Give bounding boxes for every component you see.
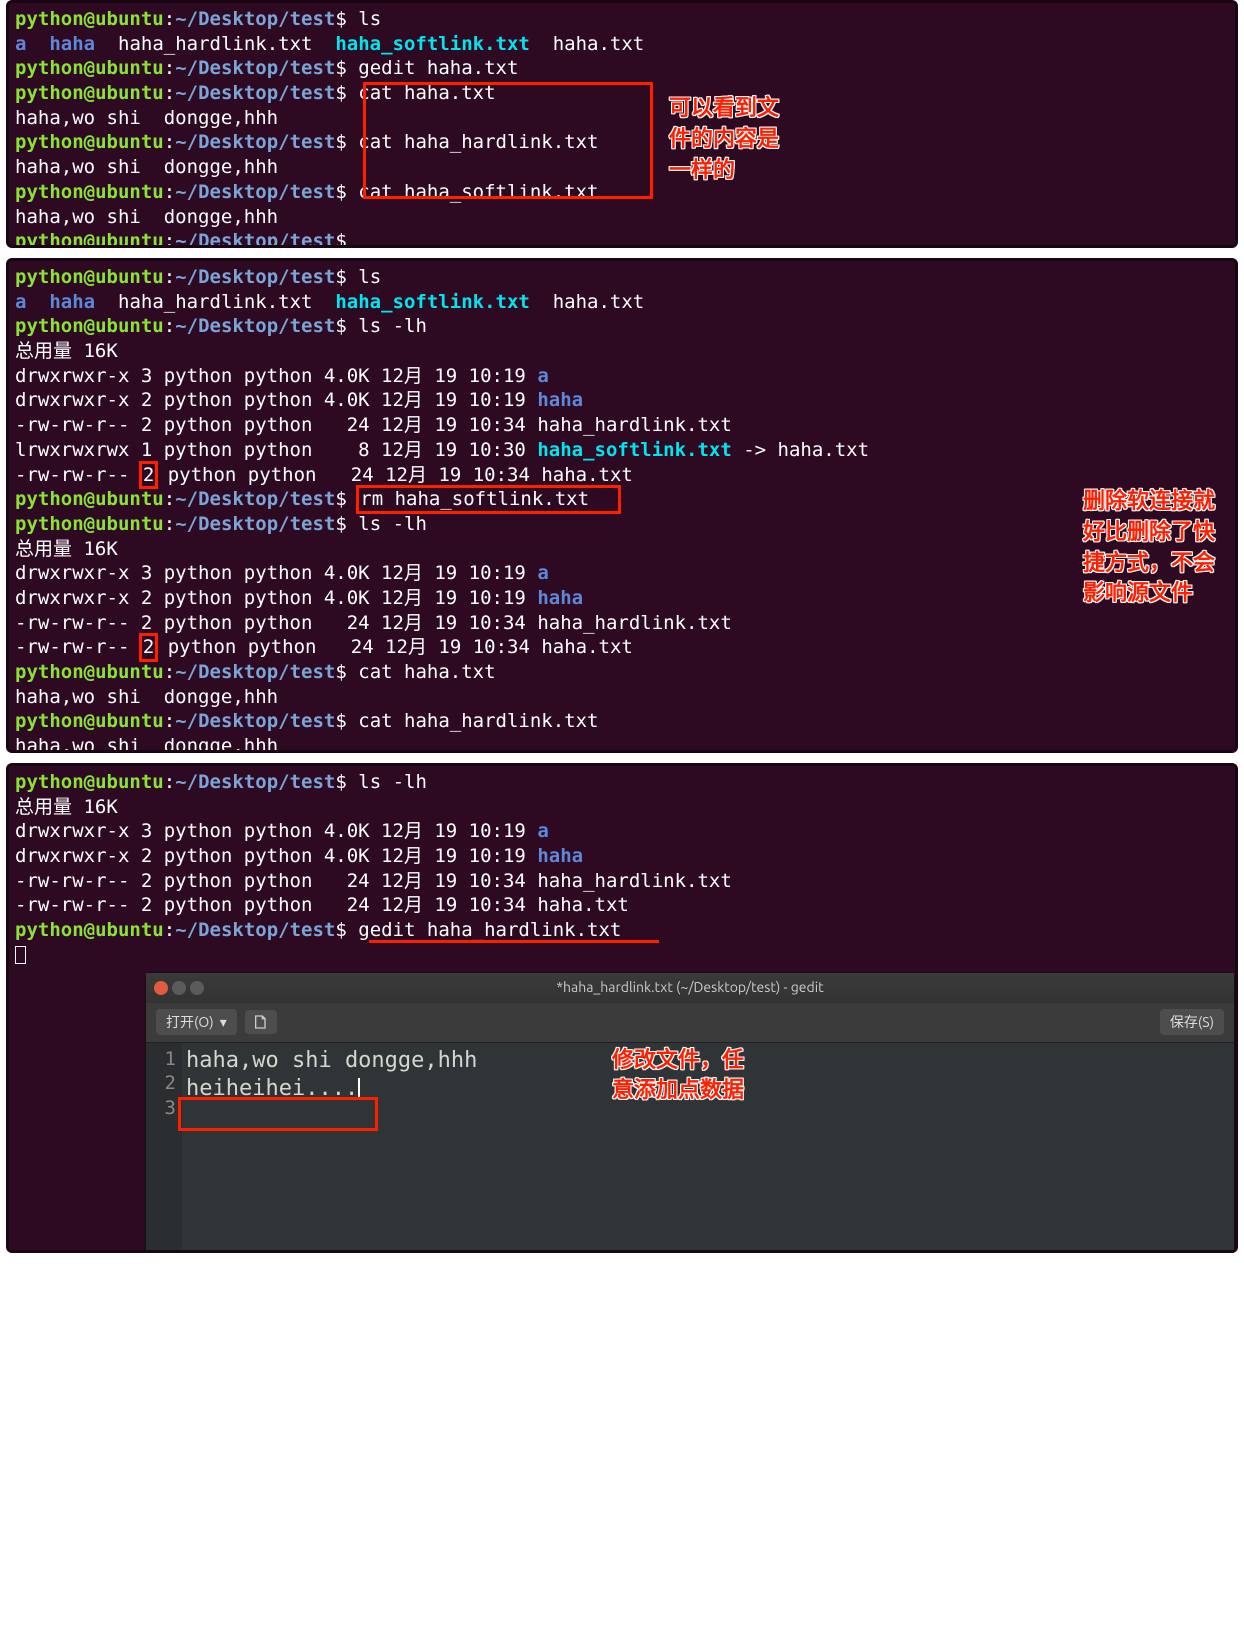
- save-button[interactable]: 保存(S): [1160, 1009, 1224, 1035]
- terminal-panel-3[interactable]: python@ubuntu:~/Desktop/test$ ls -lh 总用量…: [6, 763, 1238, 1253]
- line-number: 3: [146, 1096, 176, 1121]
- gedit-titlebar[interactable]: *haha_hardlink.txt (~/Desktop/test) - ge…: [146, 973, 1234, 1003]
- line-number: 2: [146, 1071, 176, 1096]
- prompt-path: ~/Desktop/test: [175, 8, 335, 30]
- terminal-panel-2[interactable]: python@ubuntu:~/Desktop/test$ ls a haha …: [6, 258, 1238, 753]
- prompt-user: python: [15, 8, 84, 30]
- cmd-gedit-haha: gedit haha.txt: [358, 57, 518, 79]
- total-usage: 总用量 16K: [15, 339, 1229, 364]
- line-number: 1: [146, 1047, 176, 1072]
- link-count-highlight-1: 2: [141, 463, 156, 488]
- file-txt: haha.txt: [553, 33, 645, 55]
- gedit-title: *haha_hardlink.txt (~/Desktop/test) - ge…: [146, 978, 1234, 996]
- cmd-ls-lh: ls -lh: [358, 315, 427, 337]
- new-document-icon: [253, 1014, 269, 1030]
- link-count-highlight-2: 2: [141, 635, 156, 660]
- file-hardlink: haha_hardlink.txt: [118, 33, 312, 55]
- underline-gedit-cmd: [369, 940, 659, 943]
- code-area[interactable]: haha,wo shi dongge,hhh heiheihei.... 修改文…: [182, 1043, 1234, 1254]
- gedit-editor[interactable]: 1 2 3 haha,wo shi dongge,hhh heiheihei..…: [146, 1043, 1234, 1254]
- open-button[interactable]: 打开(O) ▾: [156, 1009, 237, 1035]
- gedit-toolbar: 打开(O) ▾ 保存(S): [146, 1003, 1234, 1043]
- highlight-box-cat: [363, 82, 653, 199]
- cmd-gedit-hardlink: gedit haha_hardlink.txt: [358, 919, 621, 941]
- terminal-panel-1[interactable]: python@ubuntu:~/Desktop/test$ ls a haha …: [6, 0, 1238, 248]
- file-softlink: haha_softlink.txt: [335, 33, 529, 55]
- new-tab-button[interactable]: [245, 1010, 277, 1034]
- file-haha: haha: [49, 33, 95, 55]
- chevron-down-icon: ▾: [220, 1013, 227, 1031]
- cmd-rm-softlink: rm haha_softlink.txt: [358, 487, 619, 512]
- file-a: a: [15, 33, 26, 55]
- gedit-window[interactable]: *haha_hardlink.txt (~/Desktop/test) - ge…: [145, 972, 1235, 1254]
- note-edit-file: 修改文件，任 意添加点数据: [612, 1045, 744, 1107]
- highlight-box-new-text: [178, 1097, 378, 1131]
- cmd-ls: ls: [358, 8, 381, 30]
- note-softlink-delete: 删除软连接就 好比删除了快 捷方式，不会 影响源文件: [1083, 486, 1215, 609]
- note-content-same: 可以看到文 件的内容是 一样的: [669, 93, 779, 185]
- gutter: 1 2 3: [146, 1043, 182, 1254]
- prompt-host: ubuntu: [95, 8, 164, 30]
